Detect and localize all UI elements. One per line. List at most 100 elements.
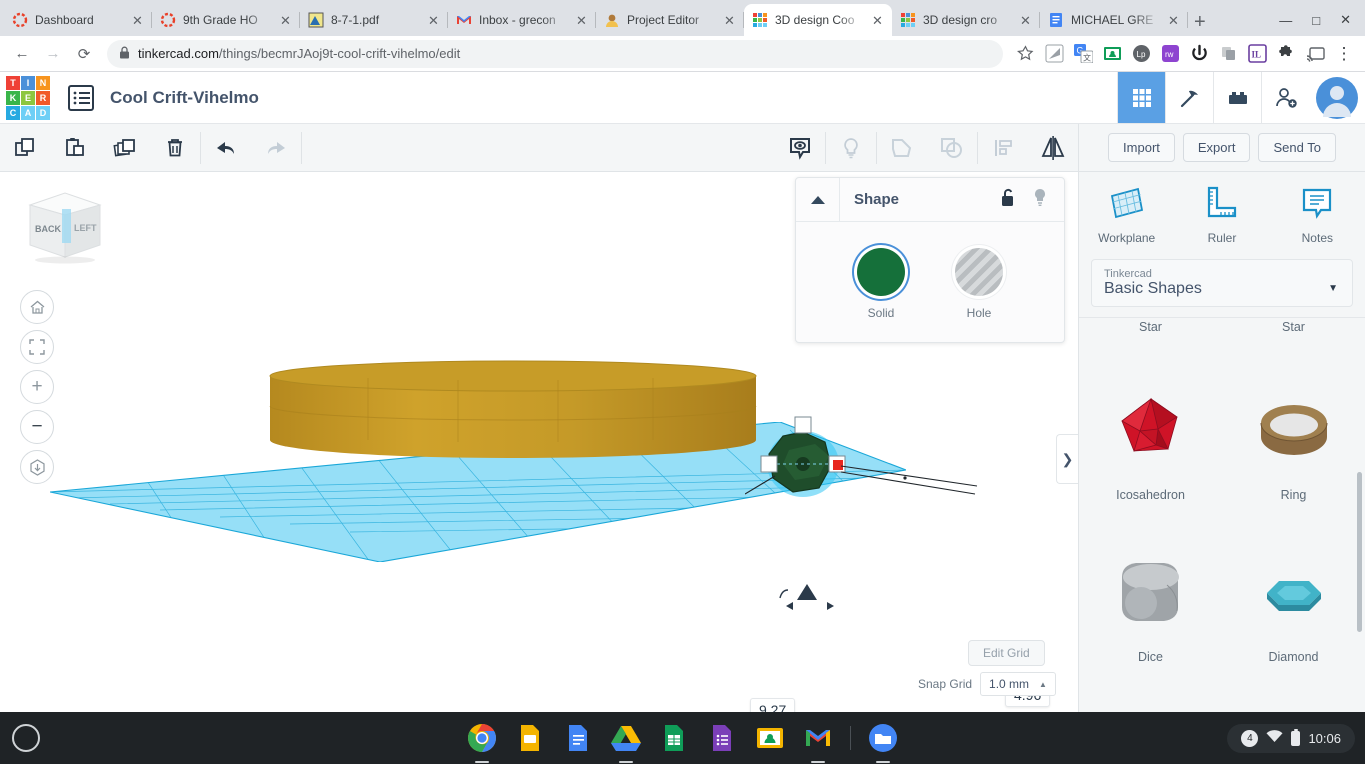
show-hide-eye-icon[interactable] [775, 124, 825, 171]
copy-icon[interactable] [0, 124, 50, 171]
ungroup-shapes-icon[interactable] [927, 124, 977, 171]
notification-count-badge[interactable]: 4 [1241, 729, 1259, 747]
gmail-icon[interactable] [802, 722, 834, 763]
dimension-label-width[interactable]: 9.27 [750, 698, 796, 712]
hole-swatch[interactable] [955, 248, 1003, 296]
edit-grid-button[interactable]: Edit Grid [968, 640, 1045, 666]
view-cube[interactable]: BACK LEFT [22, 187, 108, 265]
google-forms-icon[interactable] [706, 722, 738, 754]
panel-expand-handle[interactable]: ❯ [1056, 434, 1078, 484]
shape-item[interactable]: Diamond [1222, 508, 1365, 670]
shape-item[interactable]: Dice [1079, 508, 1222, 670]
group-shapes-icon[interactable] [877, 124, 927, 171]
tab-close-button[interactable]: ✕ [132, 14, 144, 27]
extensions-puzzle-icon[interactable] [1275, 43, 1297, 65]
pickaxe-icon[interactable] [1165, 72, 1213, 123]
shape-option-hole[interactable]: Hole [955, 248, 1003, 320]
shape-item[interactable]: Ring [1222, 346, 1365, 508]
snap-grid-select[interactable]: 1.0 mm ▲ [980, 672, 1056, 696]
zoom-in-icon[interactable]: + [20, 370, 54, 404]
zoom-out-icon[interactable]: − [20, 410, 54, 444]
launcher-circle-icon[interactable] [12, 724, 40, 752]
fit-to-view-icon[interactable] [20, 330, 54, 364]
redo-icon[interactable] [251, 124, 301, 171]
copy-extension-icon[interactable] [1217, 43, 1239, 65]
google-classroom-icon[interactable] [1101, 43, 1123, 65]
forward-button[interactable]: → [39, 40, 67, 68]
sidebar-tool-notes[interactable]: Notes [1270, 186, 1365, 245]
chrome-icon[interactable] [466, 722, 498, 763]
google-slides-icon[interactable] [514, 722, 546, 754]
browser-tab[interactable]: 3D design cro ✕ [892, 4, 1040, 36]
tab-close-button[interactable]: ✕ [280, 14, 292, 27]
tab-close-button[interactable]: ✕ [428, 14, 440, 27]
send-to-button[interactable]: Send To [1258, 133, 1336, 162]
files-icon[interactable] [867, 722, 899, 763]
undo-icon[interactable] [201, 124, 251, 171]
reload-button[interactable]: ⟳ [70, 40, 98, 68]
tinkercad-logo[interactable]: T I N K E R C A D [6, 75, 50, 120]
perspective-toggle-icon[interactable] [20, 450, 54, 484]
window-close-button[interactable]: ✕ [1340, 12, 1351, 28]
tab-close-button[interactable]: ✕ [872, 14, 884, 27]
cast-icon[interactable] [1304, 43, 1326, 65]
chrome-menu-icon[interactable]: ⋮ [1333, 43, 1355, 65]
tab-close-button[interactable]: ✕ [576, 14, 588, 27]
duplicate-icon[interactable] [100, 124, 150, 171]
browser-tab[interactable]: Dashboard ✕ [4, 4, 152, 36]
shape-item[interactable]: Star [1222, 320, 1365, 346]
window-minimize-button[interactable]: — [1279, 13, 1292, 28]
browser-tab-active[interactable]: 3D design Coo ✕ [744, 4, 892, 36]
sidebar-tool-workplane[interactable]: Workplane [1079, 186, 1174, 245]
mirror-icon[interactable] [1028, 124, 1078, 171]
shape-option-solid[interactable]: Solid [857, 248, 905, 320]
back-button[interactable]: ← [8, 40, 36, 68]
google-sheets-icon[interactable] [658, 722, 690, 754]
pen-tool-icon[interactable] [1043, 43, 1065, 65]
browser-tab[interactable]: MICHAEL GRE ✕ [1040, 4, 1188, 36]
address-bar[interactable]: tinkercad.com/things/becmrJAoj9t-cool-cr… [107, 39, 1003, 68]
design-title[interactable]: Cool Crift-Vihelmo [110, 88, 259, 108]
lightbulb-icon[interactable] [826, 124, 876, 171]
browser-tab[interactable]: 9th Grade HO ✕ [152, 4, 300, 36]
shape-library-dropdown[interactable]: Tinkercad Basic Shapes ▼ [1091, 259, 1353, 307]
shape-item[interactable]: Star [1079, 320, 1222, 346]
user-avatar[interactable] [1309, 72, 1365, 123]
align-icon[interactable] [978, 124, 1028, 171]
brick-block-icon[interactable] [1213, 72, 1261, 123]
list-menu-icon[interactable] [68, 84, 94, 111]
tab-close-button[interactable]: ✕ [724, 14, 736, 27]
add-person-icon[interactable] [1261, 72, 1309, 123]
window-maximize-button[interactable]: □ [1312, 13, 1320, 28]
lightbulb-icon[interactable] [1032, 188, 1048, 212]
read-write-icon[interactable]: rw [1159, 43, 1181, 65]
browser-tab[interactable]: Project Editor ✕ [596, 4, 744, 36]
browser-tab[interactable]: Inbox - grecon ✕ [448, 4, 596, 36]
battery-icon[interactable] [1291, 728, 1301, 746]
rotate-handle-icon[interactable] [775, 582, 845, 612]
paste-icon[interactable] [50, 124, 100, 171]
shape-item[interactable]: Icosahedron [1079, 346, 1222, 508]
selected-shape-group[interactable] [745, 402, 995, 522]
solid-swatch[interactable] [857, 248, 905, 296]
collapse-triangle-icon[interactable] [796, 178, 840, 221]
browser-tab[interactable]: 8-7-1.pdf ✕ [300, 4, 448, 36]
gallery-grid-icon[interactable] [1117, 72, 1165, 123]
google-drive-icon[interactable] [610, 722, 642, 763]
delete-trash-icon[interactable] [150, 124, 200, 171]
wifi-icon[interactable] [1266, 730, 1283, 746]
sidebar-tool-ruler[interactable]: Ruler [1174, 186, 1269, 245]
tab-close-button[interactable]: ✕ [1168, 14, 1180, 27]
cylinder-shape[interactable] [268, 360, 758, 458]
new-tab-button[interactable]: + [1194, 12, 1206, 32]
google-classroom-icon[interactable] [754, 722, 786, 754]
il-extension-icon[interactable]: IL [1246, 43, 1268, 65]
clock-time[interactable]: 10:06 [1308, 731, 1341, 746]
3d-canvas[interactable]: 9.27 4.96 BACK LEFT + − [0, 172, 1078, 712]
power-extension-icon[interactable] [1188, 43, 1210, 65]
google-docs-icon[interactable] [562, 722, 594, 754]
system-tray[interactable]: 4 10:06 [1227, 723, 1355, 753]
tab-close-button[interactable]: ✕ [1020, 14, 1032, 27]
home-view-icon[interactable] [20, 290, 54, 324]
star-icon[interactable] [1014, 43, 1036, 65]
